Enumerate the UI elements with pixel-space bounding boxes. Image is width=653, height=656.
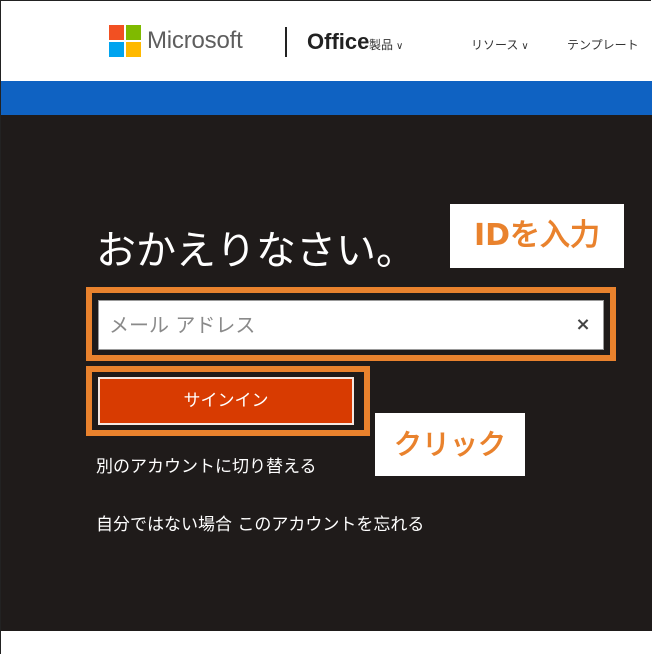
blue-accent-bar [1, 81, 652, 115]
nav-item-products[interactable]: 製品 ∨ [369, 36, 403, 53]
microsoft-logo-icon[interactable] [109, 25, 141, 57]
nav-item-resources[interactable]: リソース ∨ [471, 36, 529, 53]
site-header: Microsoft Office 製品 ∨ リソース ∨ テンプレート [1, 1, 652, 81]
signin-button[interactable]: サインイン [98, 377, 354, 425]
logo-blue-square [109, 42, 124, 57]
email-field[interactable] [109, 301, 549, 349]
bottom-strip [1, 631, 652, 654]
click-callout: クリック [375, 413, 525, 476]
welcome-heading: おかえりなさい。 [96, 228, 416, 274]
chevron-down-icon: ∨ [396, 41, 404, 52]
nav-item-templates[interactable]: テンプレート [567, 36, 639, 53]
enter-id-callout: IDを入力 [450, 204, 624, 268]
forget-account-link[interactable]: 自分ではない場合 このアカウントを忘れる [96, 510, 424, 535]
microsoft-brand-text[interactable]: Microsoft [147, 27, 243, 55]
logo-red-square [109, 25, 124, 40]
email-field-container: × [98, 300, 604, 350]
logo-green-square [126, 25, 141, 40]
logo-yellow-square [126, 42, 141, 57]
header-divider [285, 27, 287, 57]
nav-item-label: リソース [471, 38, 519, 52]
clear-icon[interactable]: × [573, 315, 593, 335]
nav-item-label: 製品 [369, 38, 394, 52]
office-product-link[interactable]: Office [307, 29, 369, 55]
switch-account-link[interactable]: 別のアカウントに切り替える [96, 452, 317, 477]
chevron-down-icon: ∨ [521, 41, 529, 52]
nav-item-label: テンプレート [567, 38, 639, 52]
